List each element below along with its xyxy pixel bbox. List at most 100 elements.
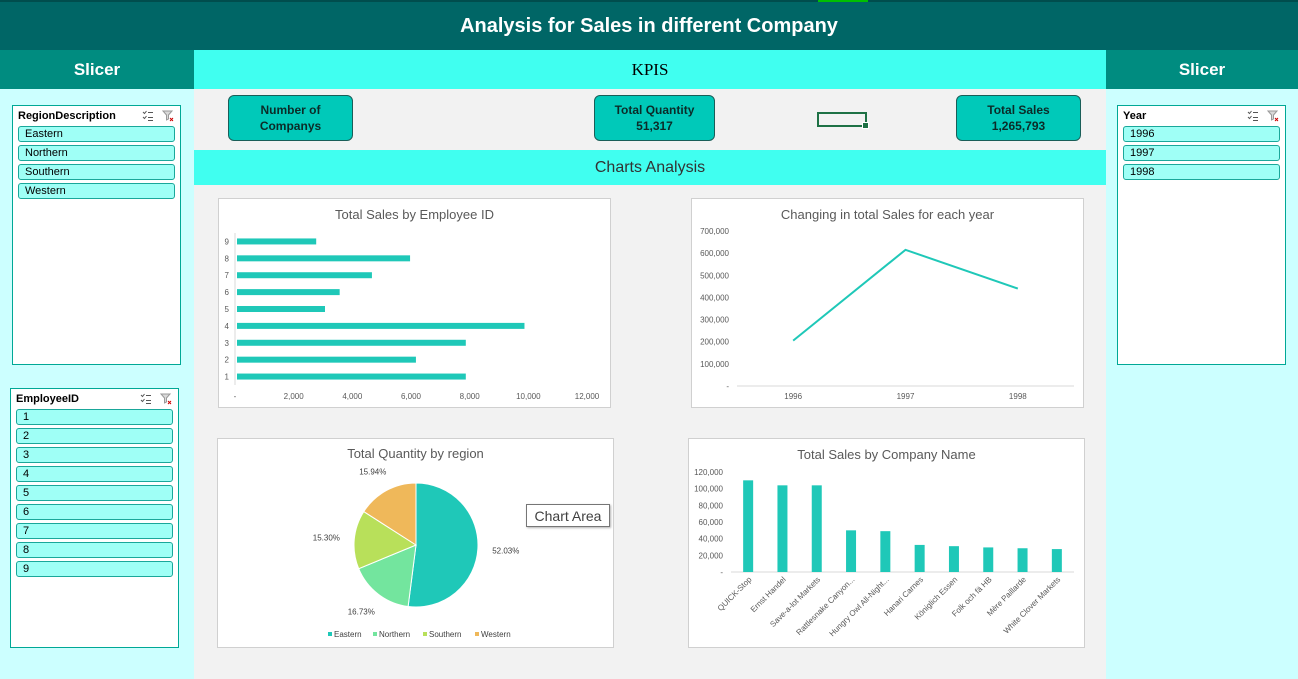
x-tick-label: 6,000 xyxy=(401,392,422,401)
bar xyxy=(237,373,466,380)
kpi-companies-line1: Number of xyxy=(260,103,321,117)
region-item-southern[interactable]: Southern xyxy=(18,164,175,180)
legend-swatch xyxy=(373,632,377,636)
year-slicer[interactable]: Year 1996 1997 1998 xyxy=(1117,105,1286,365)
selected-cell[interactable] xyxy=(817,112,869,129)
employee-item-1[interactable]: 1 xyxy=(16,409,173,425)
y-tick-label: 700,000 xyxy=(700,227,729,236)
region-quantity-plot: 52.03% 16.73% 15.30% 15.94% Eastern Northern S… xyxy=(313,467,520,639)
x-tick-label: Rattlesnake Canyon... xyxy=(794,575,856,637)
pie-slice xyxy=(407,482,479,608)
kpi-companies-line2: Companys xyxy=(259,119,322,133)
yearly-sales-plot: - 100,000 200,000 300,000 400,000 500,000 600,… xyxy=(700,227,1074,401)
kpi-companies-card: Number of Companys xyxy=(228,95,353,141)
region-item-northern[interactable]: Northern xyxy=(18,145,175,161)
y-tick-label: 7 xyxy=(225,271,230,280)
year-slicer-title-row: Year xyxy=(1118,106,1285,126)
y-tick-label: 5 xyxy=(225,305,230,314)
bar xyxy=(237,306,325,312)
employee-slicer-title: EmployeeID xyxy=(16,393,79,405)
bar xyxy=(237,238,317,245)
y-tick-label: - xyxy=(726,382,729,391)
x-tick-label: 2,000 xyxy=(284,392,305,401)
region-quantity-chart[interactable]: Total Quantity by region 52.03% 16.73% 15.… xyxy=(217,438,614,648)
year-slicer-controls xyxy=(1247,110,1279,122)
clear-filter-icon[interactable] xyxy=(162,110,174,122)
cell-indicator xyxy=(818,0,868,2)
x-tick-label: 10,000 xyxy=(516,392,541,401)
employee-slicer-controls xyxy=(140,393,172,405)
bar xyxy=(1017,548,1028,572)
kpi-quantity-value: 51,317 xyxy=(636,119,673,133)
bar xyxy=(777,485,788,572)
y-tick-label: 400,000 xyxy=(700,293,729,302)
bar xyxy=(237,322,525,329)
y-tick-label: 100,000 xyxy=(694,485,723,494)
employee-item-2[interactable]: 2 xyxy=(16,428,173,444)
chart-area-tooltip: Chart Area xyxy=(526,504,610,527)
company-sales-plot: -20,00040,00060,00080,000100,000120,000Q… xyxy=(694,468,1074,638)
y-tick-label: 2 xyxy=(225,356,230,365)
legend-swatch xyxy=(475,632,479,636)
x-tick-label: White Clover Markets xyxy=(1002,575,1062,635)
yearly-sales-chart[interactable]: Changing in total Sales for each year -1… xyxy=(691,198,1084,408)
charts-header: Charts Analysis xyxy=(194,150,1106,185)
region-item-western[interactable]: Western xyxy=(18,183,175,199)
clear-filter-icon[interactable] xyxy=(1267,110,1279,122)
bar xyxy=(983,547,994,572)
legend-label: Northern xyxy=(379,630,410,639)
region-slicer[interactable]: RegionDescription Eastern Northern South… xyxy=(12,105,181,365)
year-item-1997[interactable]: 1997 xyxy=(1123,145,1280,161)
employee-item-5[interactable]: 5 xyxy=(16,485,173,501)
bar xyxy=(237,272,372,279)
kpis-header: KPIS xyxy=(194,50,1106,89)
employee-item-8[interactable]: 8 xyxy=(16,542,173,558)
x-tick-label: Hungry Owl All-Night... xyxy=(828,575,891,638)
employee-item-3[interactable]: 3 xyxy=(16,447,173,463)
y-tick-label: 40,000 xyxy=(699,535,724,544)
left-slicer-header: Slicer xyxy=(0,50,194,89)
multi-select-icon[interactable] xyxy=(140,393,152,405)
year-item-1996[interactable]: 1996 xyxy=(1123,126,1280,142)
y-tick-label: 6 xyxy=(225,288,230,297)
employee-slicer[interactable]: EmployeeID 1 2 3 4 5 6 7 8 9 xyxy=(10,388,179,648)
company-sales-chart[interactable]: Total Sales by Company Name -20,000 40,00… xyxy=(688,438,1085,648)
region-slicer-title-row: RegionDescription xyxy=(13,106,180,126)
page-title: Analysis for Sales in different Company xyxy=(460,14,838,37)
employee-sales-plot: 1 2 3 4 5 6 7 8 9 - 2,000 4,000 6,000 8,000 10,000 12,0… xyxy=(225,233,600,401)
y-tick-label: 600,000 xyxy=(700,249,729,258)
bar xyxy=(846,530,857,572)
multi-select-icon[interactable] xyxy=(1247,110,1259,122)
y-tick-label: 100,000 xyxy=(700,360,729,369)
bar xyxy=(811,485,822,572)
region-item-eastern[interactable]: Eastern xyxy=(18,126,175,142)
legend-label: Eastern xyxy=(334,630,362,639)
kpi-sales-card: Total Sales 1,265,793 xyxy=(956,95,1081,141)
bar xyxy=(237,339,466,346)
employee-slicer-title-row: EmployeeID xyxy=(11,389,178,409)
clear-filter-icon[interactable] xyxy=(160,393,172,405)
employee-item-7[interactable]: 7 xyxy=(16,523,173,539)
y-tick-label: 300,000 xyxy=(700,316,729,325)
y-tick-label: 120,000 xyxy=(694,468,723,477)
y-tick-label: 60,000 xyxy=(699,518,724,527)
employee-sales-chart[interactable]: Total Sales by Employee ID 1 2 3 4 5 6 7 8 9-2,0… xyxy=(218,198,611,408)
year-item-1998[interactable]: 1998 xyxy=(1123,164,1280,180)
right-slicer-header: Slicer xyxy=(1106,50,1298,89)
kpi-sales-value: 1,265,793 xyxy=(991,119,1046,133)
bar xyxy=(948,546,959,572)
x-tick-label: 8,000 xyxy=(460,392,481,401)
year-slicer-title: Year xyxy=(1123,110,1147,122)
bar xyxy=(237,289,340,296)
bar xyxy=(237,255,411,262)
employee-item-6[interactable]: 6 xyxy=(16,504,173,520)
multi-select-icon[interactable] xyxy=(142,110,154,122)
employee-item-4[interactable]: 4 xyxy=(16,466,173,482)
kpi-quantity-label: Total Quantity xyxy=(614,103,695,117)
y-tick-label: 8 xyxy=(225,254,230,263)
y-tick-label: 80,000 xyxy=(699,501,724,510)
title-bar: Analysis for Sales in different Company xyxy=(0,0,1298,50)
y-tick-label: 9 xyxy=(225,237,230,246)
x-tick-label: 1998 xyxy=(1009,392,1027,401)
employee-item-9[interactable]: 9 xyxy=(16,561,173,577)
